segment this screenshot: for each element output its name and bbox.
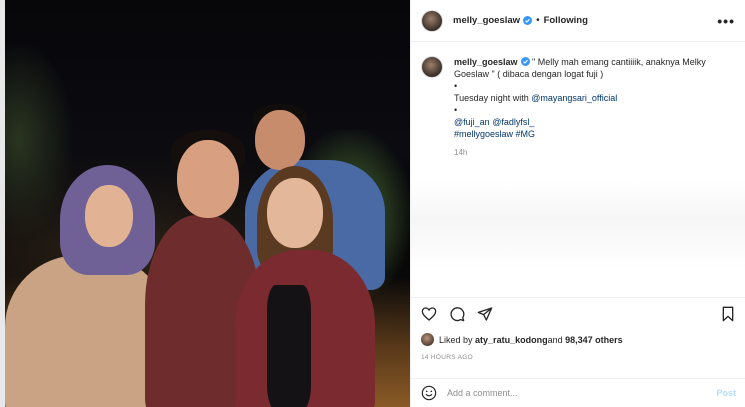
caption-hashtags: #mellygoeslaw #MG xyxy=(454,128,724,140)
comments-section: melly_goeslaw " Melly mah emang cantiiii… xyxy=(411,42,745,295)
liker-username[interactable]: aty_ratu_kodong xyxy=(475,335,548,345)
caption-mentions: @fuji_an @fadlyfsl_ xyxy=(454,116,724,128)
heart-icon[interactable] xyxy=(421,306,437,322)
mention-link[interactable]: @mayangsari_official xyxy=(531,93,617,103)
liker-avatar[interactable] xyxy=(421,333,434,346)
caption-bullet-2: • xyxy=(454,105,458,115)
person-4-face xyxy=(267,178,323,248)
person-1-face xyxy=(85,185,133,247)
comment-box: Post xyxy=(411,378,745,407)
caption-bullet-1: • xyxy=(454,81,458,91)
header-separator: • xyxy=(536,15,540,26)
caption-line-2: Tuesday night with @mayangsari_official xyxy=(454,93,618,103)
person-2-face xyxy=(177,140,239,218)
following-button[interactable]: Following xyxy=(544,15,588,26)
likes-summary: Liked by aty_ratu_kodong and 98,347 othe… xyxy=(421,333,623,346)
share-icon[interactable] xyxy=(477,306,493,322)
hashtag-link[interactable]: #mellygoeslaw xyxy=(454,129,513,139)
post-side-panel: melly_goeslaw • Following ••• melly_goes… xyxy=(410,0,745,407)
hashtag-link[interactable]: #MG xyxy=(516,129,536,139)
caption-username[interactable]: melly_goeslaw xyxy=(454,57,518,67)
verified-badge-icon xyxy=(523,16,533,25)
post-timestamp[interactable]: 14 HOURS AGO xyxy=(421,354,473,361)
emoji-icon[interactable] xyxy=(421,385,437,401)
verified-badge-icon xyxy=(520,57,530,66)
post-photo[interactable] xyxy=(5,0,410,407)
post-header: melly_goeslaw • Following ••• xyxy=(411,0,745,42)
bookmark-icon[interactable] xyxy=(720,306,736,322)
comment-input[interactable] xyxy=(447,388,697,398)
caption-avatar[interactable] xyxy=(421,56,443,78)
header-username[interactable]: melly_goeslaw xyxy=(453,15,520,26)
more-options-icon[interactable]: ••• xyxy=(717,13,735,29)
mention-link[interactable]: @fadlyfsl_ xyxy=(492,117,534,127)
person-3-face xyxy=(255,110,305,170)
avatar[interactable] xyxy=(421,9,443,32)
comment-icon[interactable] xyxy=(449,306,465,322)
instagram-post-modal: melly_goeslaw • Following ••• melly_goes… xyxy=(0,0,745,407)
mention-link[interactable]: @fuji_an xyxy=(454,117,490,127)
likes-count[interactable]: 98,347 others xyxy=(565,335,623,345)
caption: melly_goeslaw " Melly mah emang cantiiii… xyxy=(421,56,735,140)
post-comment-button[interactable]: Post xyxy=(716,388,736,398)
caption-text: melly_goeslaw " Melly mah emang cantiiii… xyxy=(454,56,724,140)
action-bar xyxy=(411,297,745,329)
caption-age: 14h xyxy=(454,148,468,157)
